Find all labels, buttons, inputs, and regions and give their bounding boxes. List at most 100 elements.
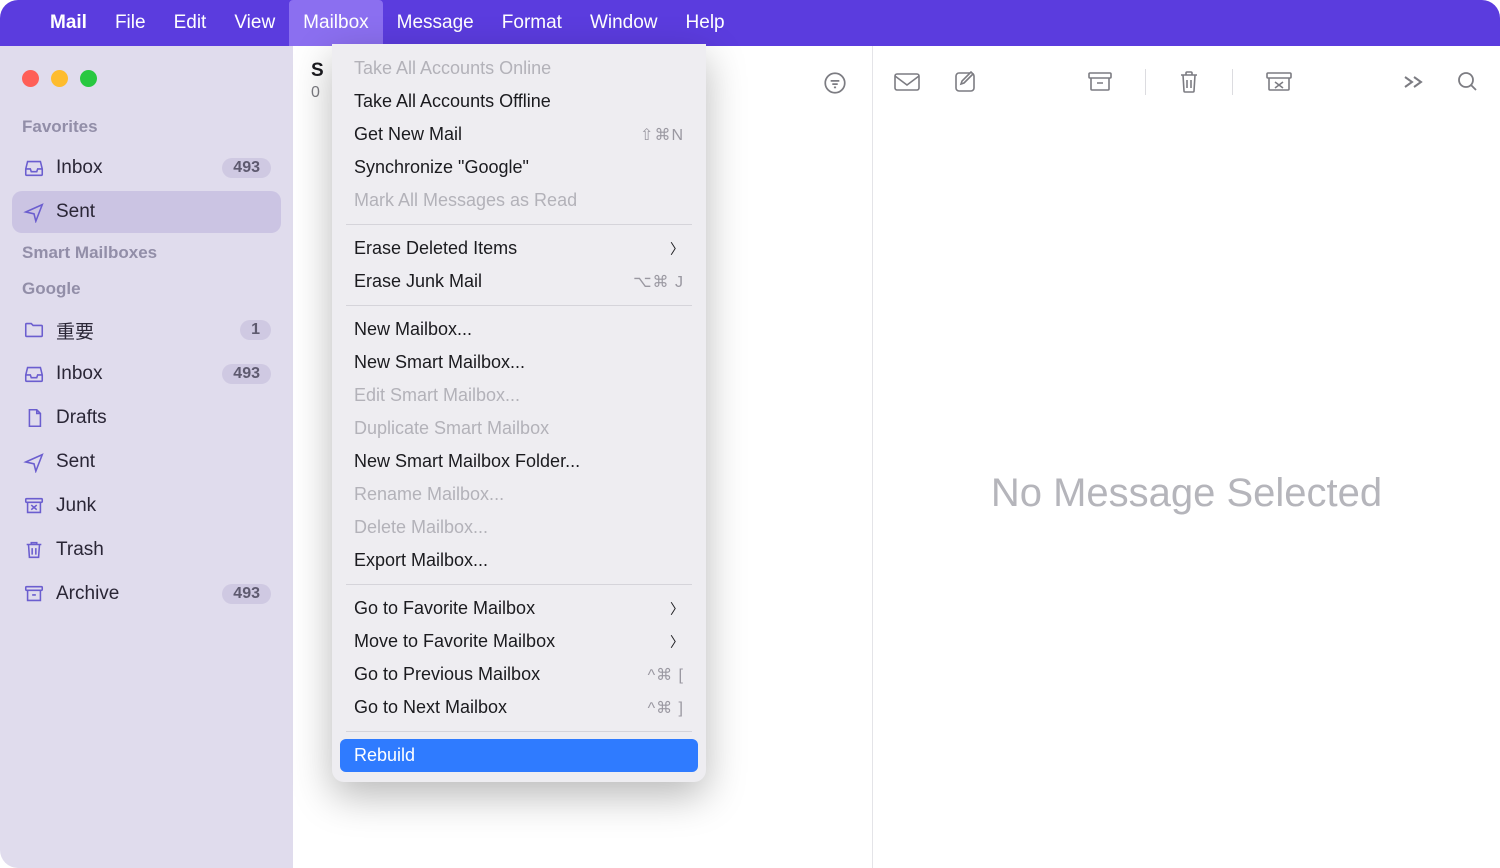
menu-shortcut: ^⌘ [ [648,665,684,685]
menu-item-label: Duplicate Smart Mailbox [354,418,549,439]
menu-view[interactable]: View [220,0,289,46]
menu-window[interactable]: Window [576,0,672,46]
sidebar-item-badge: 493 [222,158,271,178]
menu-item-label: Take All Accounts Offline [354,91,551,112]
filter-icon[interactable] [822,70,848,96]
menu-item-erase-deleted-items[interactable]: Erase Deleted Items 〉 [332,232,706,265]
menu-item-new-smart-mailbox-folder[interactable]: New Smart Mailbox Folder... [332,445,706,478]
sidebar-item-label: Sent [56,451,271,473]
fullscreen-window-button[interactable] [80,70,97,87]
sidebar-item-label: Trash [56,539,271,561]
menu-separator [346,584,692,585]
archive-icon[interactable] [1087,70,1113,94]
sidebar-item-archive[interactable]: Archive 493 [12,573,281,615]
sent-icon [22,200,46,224]
sidebar-section-label: Favorites [0,109,293,145]
menu-file[interactable]: File [101,0,160,46]
sidebar-section-label: Smart Mailboxes [0,235,293,271]
empty-state: No Message Selected [873,118,1500,868]
menu-item-rebuild[interactable]: Rebuild [340,739,698,772]
menu-help[interactable]: Help [672,0,739,46]
junk-icon [22,494,46,518]
menu-item-edit-smart-mailbox: Edit Smart Mailbox... [332,379,706,412]
sidebar-item-label: Drafts [56,407,271,429]
menu-item-get-new-mail[interactable]: Get New Mail ⇧⌘N [332,118,706,151]
menu-item-mark-all-messages-as-read: Mark All Messages as Read [332,184,706,217]
menu-item-label: Export Mailbox... [354,550,488,571]
menu-item-erase-junk-mail[interactable]: Erase Junk Mail⌥⌘ J [332,265,706,298]
sidebar-item-重要[interactable]: 重要 1 [12,309,281,351]
menu-item-take-all-accounts-offline[interactable]: Take All Accounts Offline [332,85,706,118]
sidebar-item-badge: 493 [222,364,271,384]
menu-item-new-mailbox[interactable]: New Mailbox... [332,313,706,346]
sidebar-section-label: Google [0,271,293,307]
menu-message[interactable]: Message [383,0,488,46]
menu-item-rename-mailbox: Rename Mailbox... [332,478,706,511]
message-preview-pane: No Message Selected [873,46,1500,868]
sidebar-item-drafts[interactable]: Drafts [12,397,281,439]
window-controls [0,66,293,109]
inbox-icon [22,362,46,386]
sidebar-item-trash[interactable]: Trash [12,529,281,571]
menu-item-duplicate-smart-mailbox: Duplicate Smart Mailbox [332,412,706,445]
menu-edit[interactable]: Edit [160,0,221,46]
mail-window: Favorites Inbox 493 Sent Smart Mailboxes… [0,46,1500,868]
menu-item-go-to-next-mailbox[interactable]: Go to Next Mailbox^⌘ ] [332,691,706,724]
junk-icon[interactable] [1265,70,1293,94]
minimize-window-button[interactable] [51,70,68,87]
reply-icon[interactable] [893,71,921,93]
submenu-arrow-icon: 〉 [670,632,684,652]
toolbar [873,46,1500,118]
menu-item-delete-mailbox: Delete Mailbox... [332,511,706,544]
message-list-header: S 0 [311,60,324,102]
sidebar-item-sent[interactable]: Sent [12,191,281,233]
menu-item-synchronize-google[interactable]: Synchronize "Google" [332,151,706,184]
menu-item-label: Edit Smart Mailbox... [354,385,520,406]
menu-item-label: Go to Favorite Mailbox [354,598,535,619]
sidebar-item-label: Archive [56,583,222,605]
submenu-arrow-icon: 〉 [670,599,684,619]
menu-item-go-to-previous-mailbox[interactable]: Go to Previous Mailbox ^⌘ [ [332,658,706,691]
menu-item-label: Mark All Messages as Read [354,190,577,211]
sidebar-item-label: Junk [56,495,271,517]
menu-item-export-mailbox[interactable]: Export Mailbox... [332,544,706,577]
submenu-arrow-icon: 〉 [670,239,684,259]
menu-item-label: Erase Deleted Items [354,238,517,259]
sidebar-item-badge: 1 [240,320,271,340]
toolbar-separator [1232,69,1233,95]
menu-item-label: Move to Favorite Mailbox [354,631,555,652]
more-icon[interactable] [1402,74,1424,90]
menu-item-move-to-favorite-mailbox[interactable]: Move to Favorite Mailbox 〉 [332,625,706,658]
compose-icon[interactable] [953,70,977,94]
menu-item-label: New Smart Mailbox Folder... [354,451,580,472]
sidebar-item-inbox[interactable]: Inbox 493 [12,147,281,189]
trash-icon [22,538,46,562]
menu-shortcut: ^⌘ ] [648,698,684,718]
menu-shortcut: ⇧⌘N [640,125,684,145]
menu-mailbox[interactable]: Mailbox [289,0,382,46]
sidebar-item-sent[interactable]: Sent [12,441,281,483]
trash-icon[interactable] [1178,69,1200,95]
toolbar-separator [1145,69,1146,95]
sidebar-item-inbox[interactable]: Inbox 493 [12,353,281,395]
menu-item-label: Get New Mail [354,124,462,145]
menu-item-label: Rebuild [354,745,415,766]
sidebar: Favorites Inbox 493 Sent Smart Mailboxes… [0,46,293,868]
menu-item-go-to-favorite-mailbox[interactable]: Go to Favorite Mailbox 〉 [332,592,706,625]
mailbox-menu-dropdown: Take All Accounts OnlineTake All Account… [332,44,706,782]
close-window-button[interactable] [22,70,39,87]
search-icon[interactable] [1456,70,1480,94]
menu-separator [346,224,692,225]
message-list-title: S [311,60,324,82]
sidebar-item-label: Inbox [56,363,222,385]
menu-app[interactable]: Mail [36,0,101,46]
menu-item-label: Go to Previous Mailbox [354,664,540,685]
menu-item-label: Rename Mailbox... [354,484,504,505]
menu-item-new-smart-mailbox[interactable]: New Smart Mailbox... [332,346,706,379]
sidebar-item-junk[interactable]: Junk [12,485,281,527]
menu-item-label: New Mailbox... [354,319,472,340]
message-list-count: 0 [311,84,324,102]
folder-icon [22,318,46,342]
sent-icon [22,450,46,474]
menu-format[interactable]: Format [488,0,576,46]
